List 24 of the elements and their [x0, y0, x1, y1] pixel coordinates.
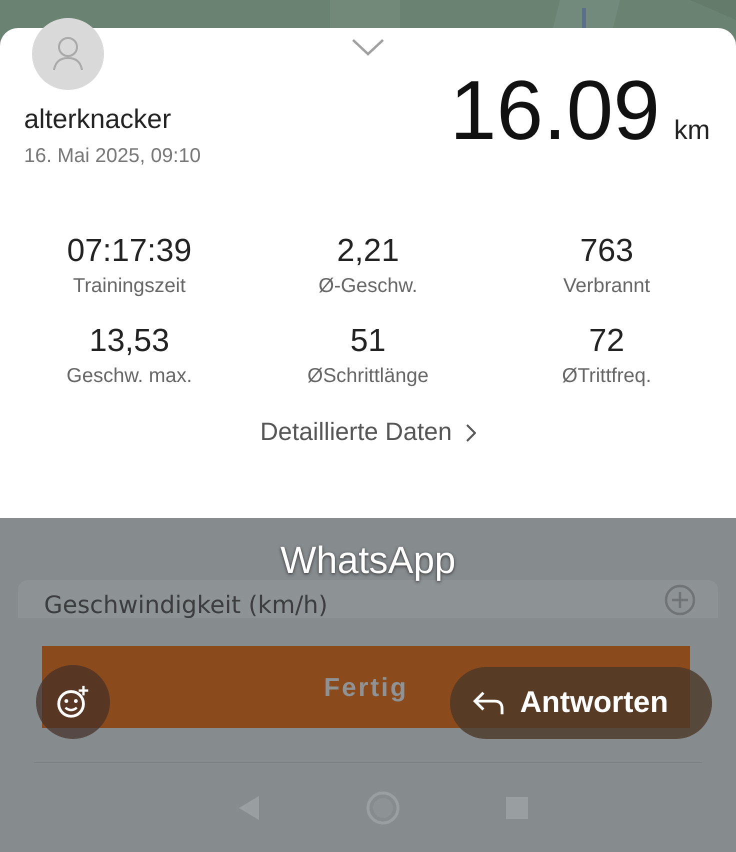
stat-label: Trainingszeit [73, 275, 186, 298]
details-link[interactable]: Detaillierte Daten [260, 418, 476, 447]
stat-value: 13,53 [89, 322, 170, 359]
stat-label: Ø-Geschw. [318, 275, 418, 298]
stat-value: 72 [588, 322, 624, 359]
stat-value: 51 [350, 322, 386, 359]
chevron-right-icon[interactable] [466, 424, 476, 442]
stat-value: 763 [580, 232, 634, 269]
chart-title: Geschwindigkeit (km/h) [44, 592, 328, 618]
distance-value: 16.09 [450, 62, 660, 159]
user-name: alterknacker [24, 104, 172, 135]
avatar-icon[interactable] [32, 18, 104, 90]
stat-label: Geschw. max. [66, 365, 192, 388]
reply-button[interactable]: Antworten [450, 667, 712, 739]
stat-label: Verbrannt [563, 275, 650, 298]
stat-label: ØSchrittlänge [307, 365, 429, 388]
app-title: WhatsApp [280, 540, 456, 583]
chevron-down-icon[interactable] [351, 38, 385, 56]
stat-label: ØTrittfreq. [562, 365, 652, 388]
workout-date: 16. Mai 2025, 09:10 [24, 145, 201, 168]
distance-unit: km [674, 115, 710, 146]
reply-icon[interactable] [472, 689, 506, 717]
stat-value: 2,21 [336, 232, 400, 269]
stat-value: 07:17:39 [67, 232, 192, 269]
